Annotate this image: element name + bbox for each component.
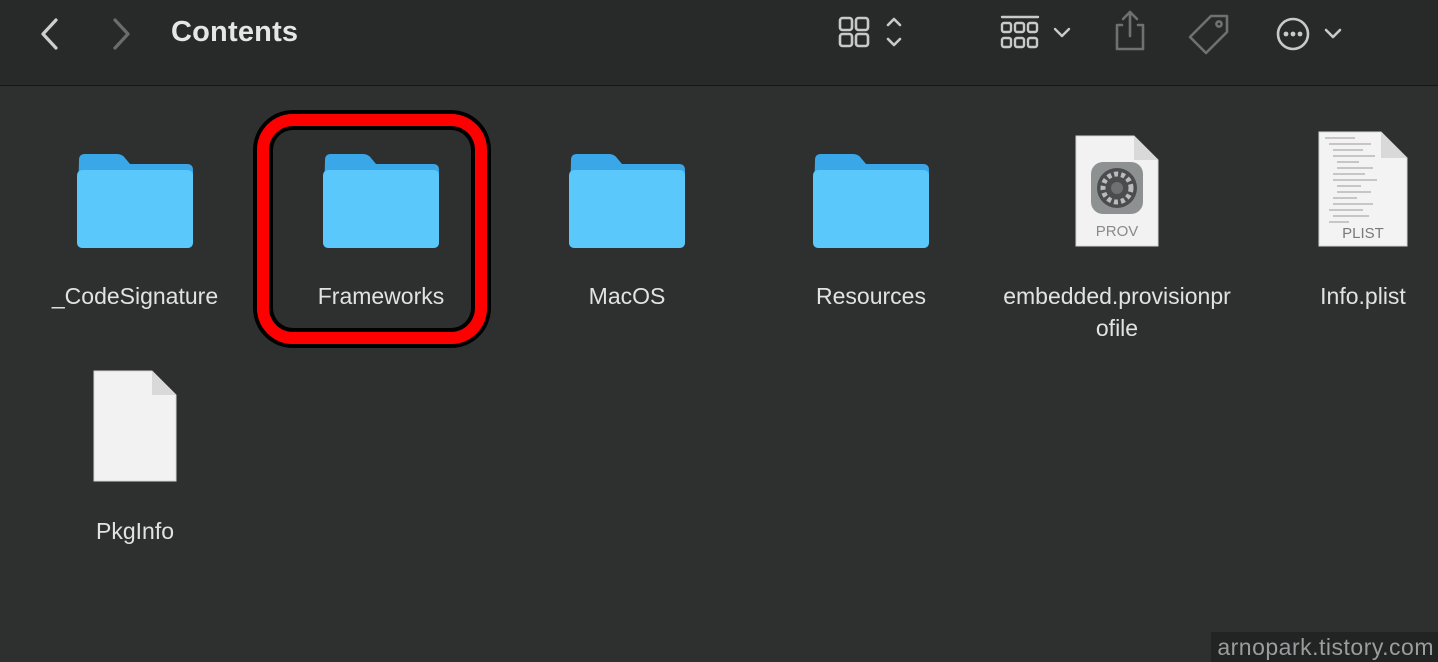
folder-icon xyxy=(569,154,685,248)
grid-item-codesignature[interactable]: _CodeSignature xyxy=(15,120,255,312)
item-label: MacOS xyxy=(588,283,666,309)
group-by-button[interactable] xyxy=(996,12,1076,56)
share-icon xyxy=(1115,10,1145,51)
document-icon-container: PLIST xyxy=(1243,120,1438,250)
document-badge: PLIST xyxy=(1342,225,1384,242)
back-button[interactable] xyxy=(30,14,70,54)
forward-button[interactable] xyxy=(101,14,141,54)
item-label: Info.plist xyxy=(1320,283,1406,309)
window-title: Contents xyxy=(171,16,299,48)
grid-item-frameworks[interactable]: Frameworks xyxy=(261,120,501,312)
grid-item-info-plist[interactable]: PLIST Info.plist xyxy=(1243,120,1438,312)
grid-item-pkginfo[interactable]: PkgInfo xyxy=(15,355,255,547)
group-by-icon xyxy=(1000,15,1071,49)
document-badge: PROV xyxy=(1096,223,1139,240)
document-icon-container xyxy=(15,355,255,485)
tag-icon xyxy=(1188,14,1229,55)
grid-item-embedded-provisionprofile[interactable]: PROV embedded.provisionprofile xyxy=(997,120,1237,344)
item-label: PkgInfo xyxy=(96,518,174,544)
chevron-left-icon xyxy=(41,18,58,50)
tag-button[interactable] xyxy=(1186,12,1232,56)
folder-icon xyxy=(323,154,439,248)
plist-document-icon: PLIST xyxy=(1318,131,1408,247)
more-actions-icon xyxy=(1276,17,1342,51)
item-label: Frameworks xyxy=(317,283,445,309)
folder-icon-container xyxy=(261,120,501,250)
icon-view-grid-icon xyxy=(838,16,902,48)
view-mode-button[interactable] xyxy=(834,12,912,56)
finder-window: Contents _CodeSignature Frameworks MacOS… xyxy=(0,0,1438,662)
folder-icon xyxy=(77,154,193,248)
blank-document-icon xyxy=(93,370,177,482)
toolbar: Contents xyxy=(0,0,1438,86)
gear-icon xyxy=(1091,162,1143,214)
item-label: Resources xyxy=(816,283,926,309)
folder-icon xyxy=(813,154,929,248)
watermark: arnopark.tistory.com xyxy=(1211,632,1438,662)
grid-item-macos[interactable]: MacOS xyxy=(507,120,747,312)
folder-icon-container xyxy=(751,120,991,250)
provisioning-profile-document-icon: PROV xyxy=(1075,135,1159,247)
chevron-right-icon xyxy=(113,18,130,50)
item-label: _CodeSignature xyxy=(51,283,219,309)
item-label: embedded.provisionprofile xyxy=(1003,283,1231,341)
folder-icon-container xyxy=(15,120,255,250)
folder-icon-container xyxy=(507,120,747,250)
grid-item-resources[interactable]: Resources xyxy=(751,120,991,312)
document-icon-container: PROV xyxy=(997,120,1237,250)
more-actions-button[interactable] xyxy=(1272,12,1346,56)
share-button[interactable] xyxy=(1110,8,1150,54)
